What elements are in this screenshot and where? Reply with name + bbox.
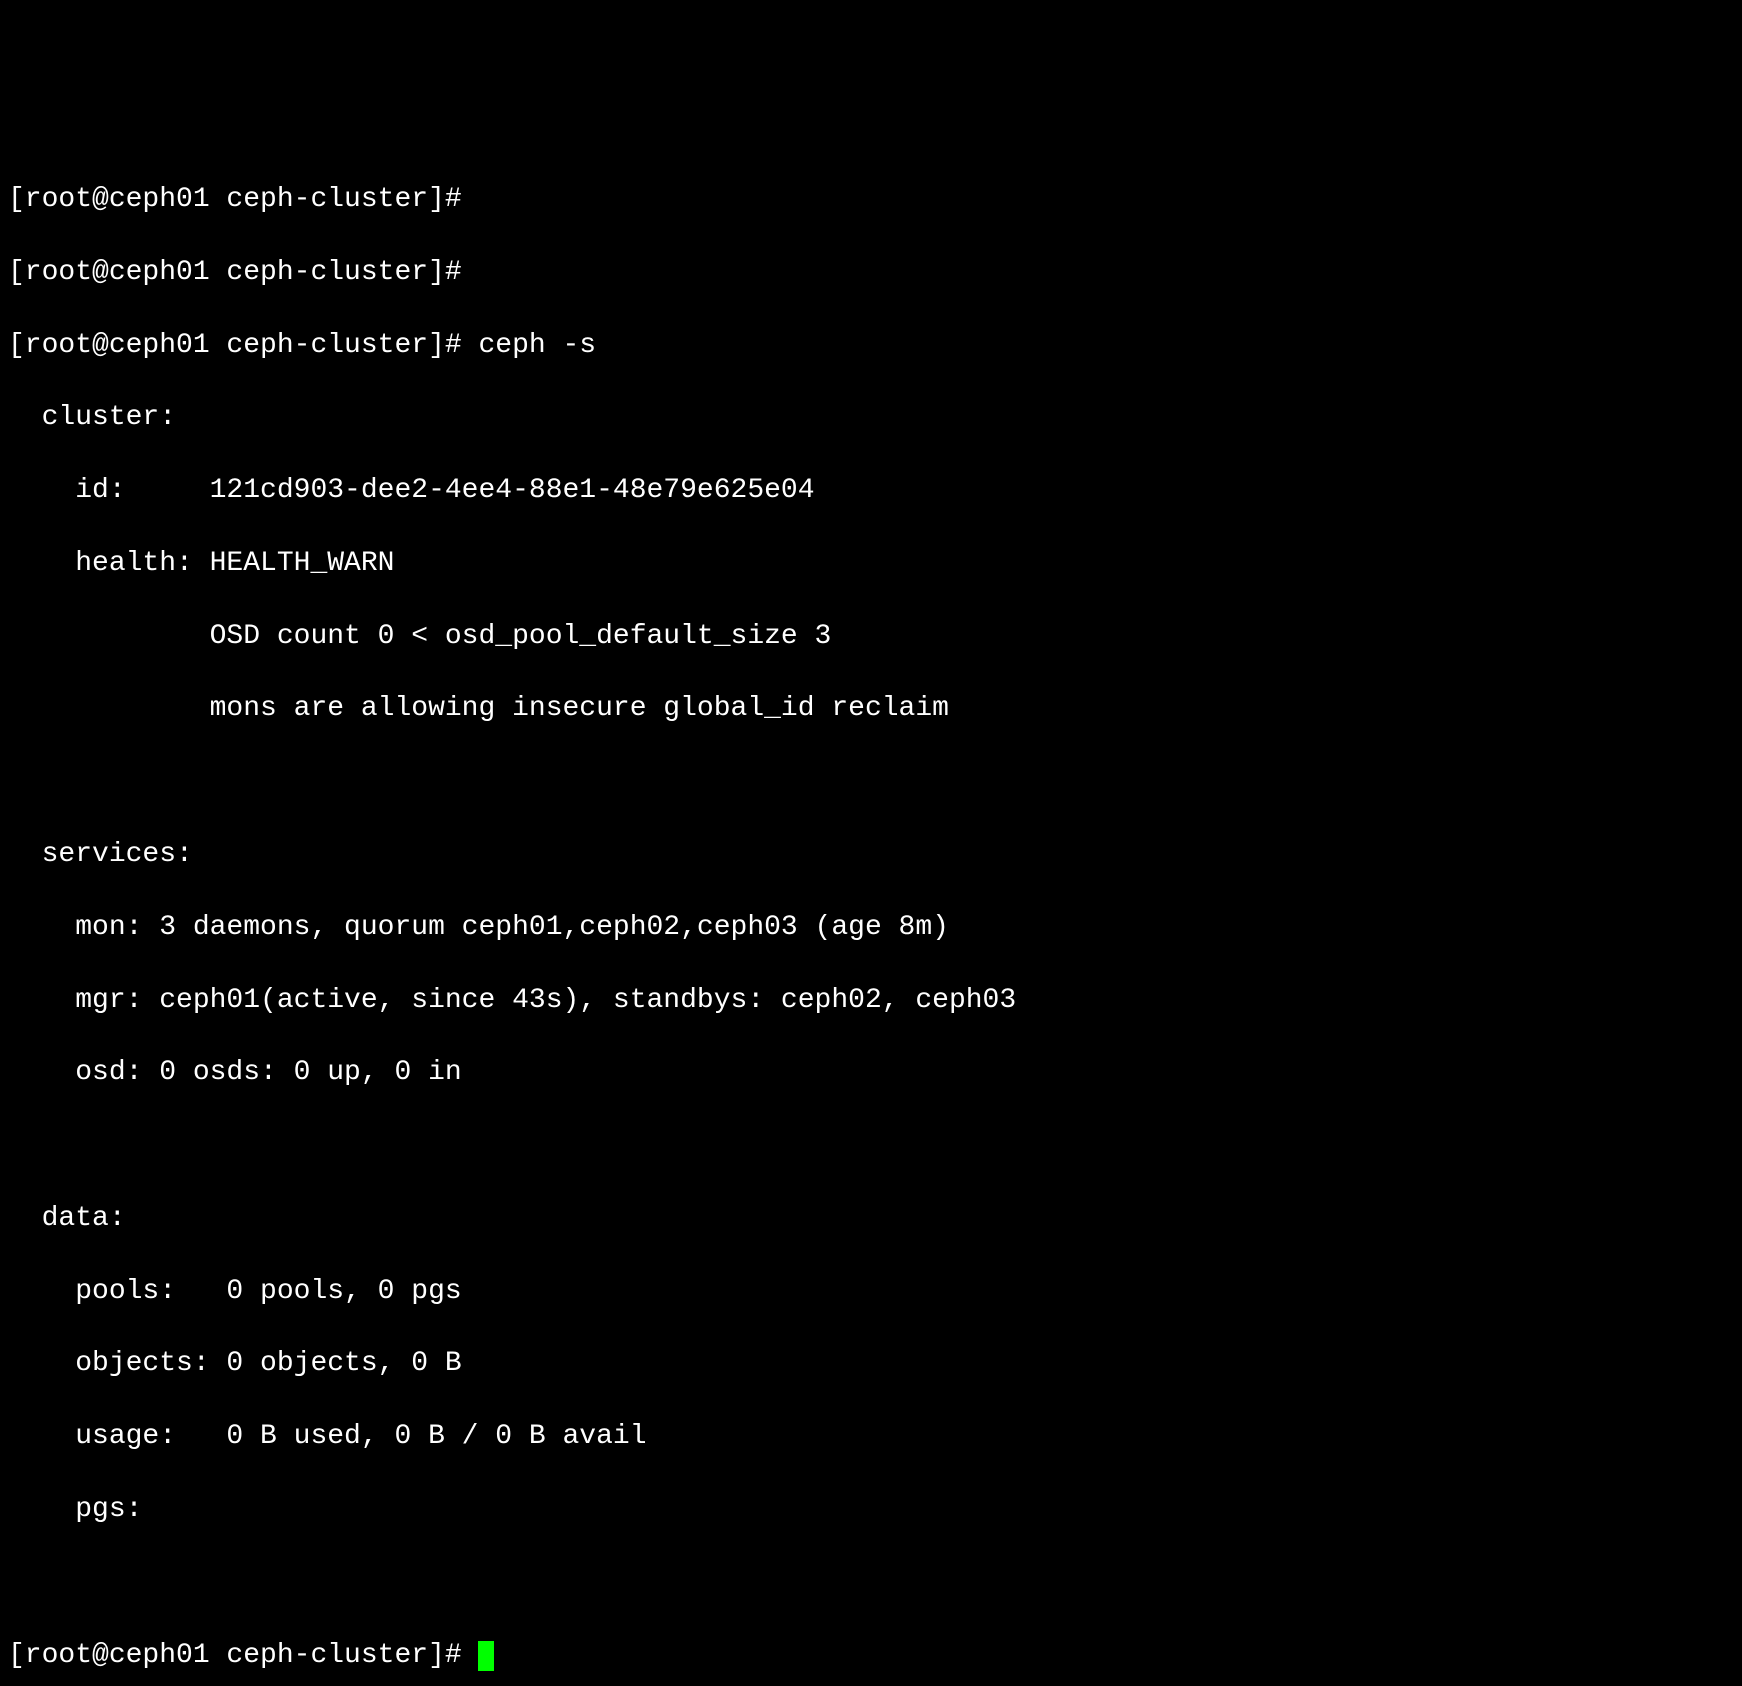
output-pools: pools: 0 pools, 0 pgs <box>8 1274 1734 1310</box>
output-pgs: pgs: <box>8 1492 1734 1528</box>
output-osd: osd: 0 osds: 0 up, 0 in <box>8 1055 1734 1091</box>
output-mon: mon: 3 daemons, quorum ceph01,ceph02,cep… <box>8 910 1734 946</box>
prompt-line-partial: [root@ceph01 ceph-cluster]# <box>8 182 1734 218</box>
output-objects: objects: 0 objects, 0 B <box>8 1346 1734 1382</box>
output-blank <box>8 764 1734 800</box>
output-cluster-id: id: 121cd903-dee2-4ee4-88e1-48e79e625e04 <box>8 473 1734 509</box>
prompt-line-current[interactable]: [root@ceph01 ceph-cluster]# <box>8 1638 1734 1674</box>
output-data-header: data: <box>8 1201 1734 1237</box>
cursor-icon <box>478 1641 494 1671</box>
output-blank <box>8 1565 1734 1601</box>
output-health-warn2: mons are allowing insecure global_id rec… <box>8 691 1734 727</box>
prompt-line-command: [root@ceph01 ceph-cluster]# ceph -s <box>8 328 1734 364</box>
output-health: health: HEALTH_WARN <box>8 546 1734 582</box>
output-services-header: services: <box>8 837 1734 873</box>
output-health-warn1: OSD count 0 < osd_pool_default_size 3 <box>8 619 1734 655</box>
output-mgr: mgr: ceph01(active, since 43s), standbys… <box>8 983 1734 1019</box>
prompt-line-empty: [root@ceph01 ceph-cluster]# <box>8 255 1734 291</box>
terminal-window[interactable]: [root@ceph01 ceph-cluster]# [root@ceph01… <box>0 146 1742 1686</box>
prompt-text: [root@ceph01 ceph-cluster]# <box>8 1640 478 1671</box>
output-usage: usage: 0 B used, 0 B / 0 B avail <box>8 1419 1734 1455</box>
output-cluster-header: cluster: <box>8 400 1734 436</box>
output-blank <box>8 1128 1734 1164</box>
